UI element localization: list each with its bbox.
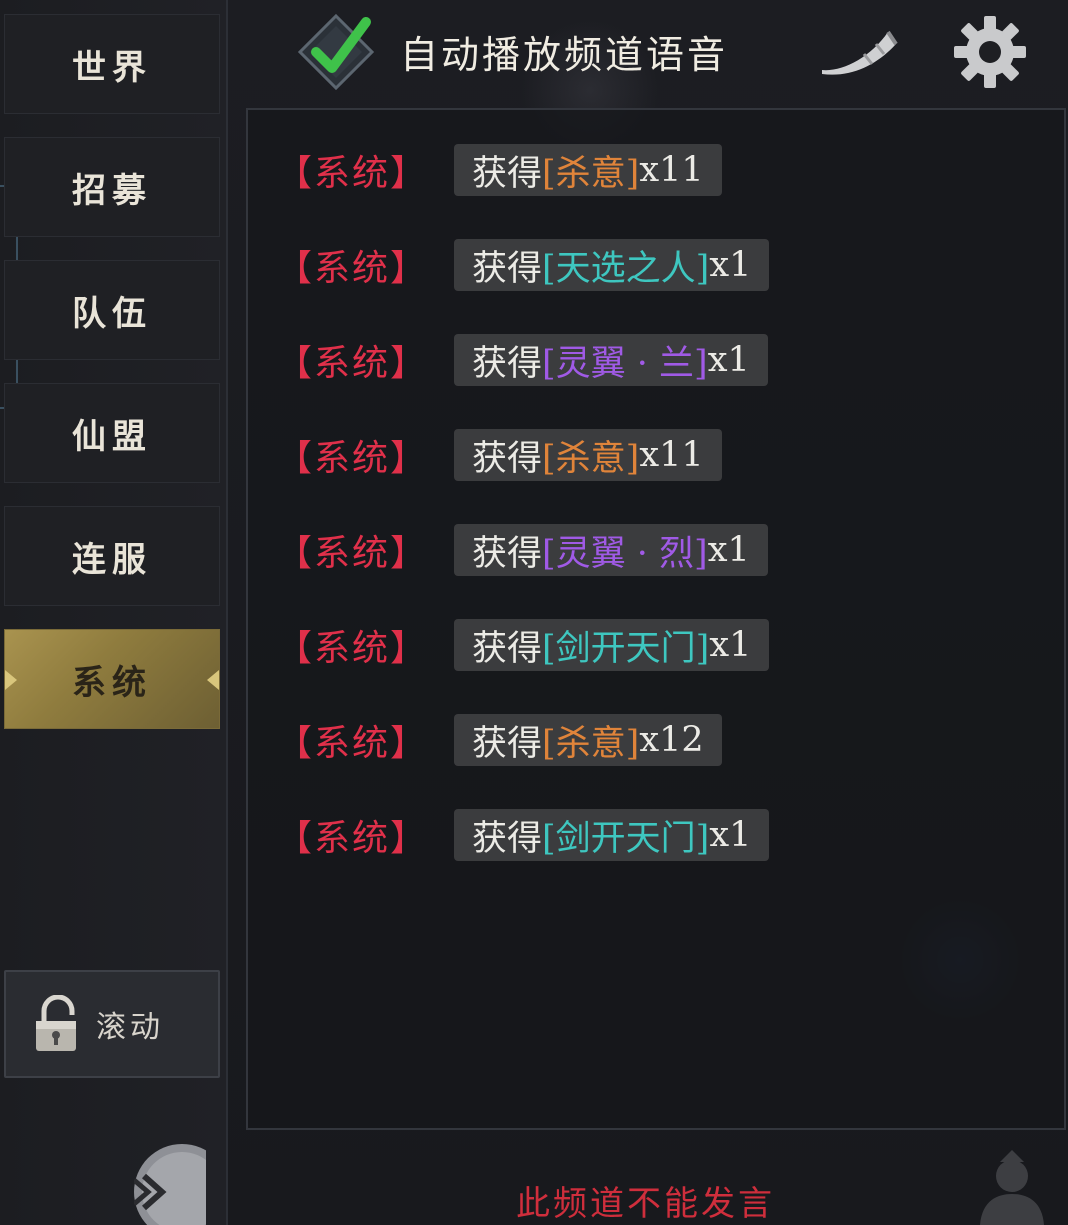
message-verb: 获得 bbox=[472, 153, 543, 194]
item-link[interactable]: [灵翼 · 烈] bbox=[542, 525, 708, 576]
system-tag: 【系统】 bbox=[276, 818, 429, 859]
item-link[interactable]: [杀意] bbox=[542, 430, 639, 481]
list-item: 【系统】 获得 [天选之人] x1 bbox=[276, 237, 770, 293]
tab-label: 系统 bbox=[72, 662, 152, 703]
message-verb: 获得 bbox=[472, 818, 543, 859]
message-verb: 获得 bbox=[472, 248, 543, 289]
item-link[interactable]: [天选之人] bbox=[542, 240, 709, 291]
tab-label: 招募 bbox=[72, 170, 152, 211]
message-bubble: 获得 [剑开天门] x1 bbox=[454, 619, 770, 671]
tab-cross-server[interactable]: 连服 bbox=[4, 506, 220, 606]
scroll-lock-button[interactable]: 滚动 bbox=[4, 970, 220, 1078]
message-verb: 获得 bbox=[472, 723, 543, 764]
item-quantity: x11 bbox=[639, 150, 704, 190]
list-item: 【系统】 获得 [杀意] x12 bbox=[276, 712, 722, 768]
tab-label: 队伍 bbox=[72, 293, 152, 334]
message-verb: 获得 bbox=[472, 438, 543, 479]
auto-play-voice-label: 自动播放频道语音 bbox=[400, 33, 729, 77]
character-avatar-icon[interactable] bbox=[972, 1148, 1052, 1225]
item-link[interactable]: [剑开天门] bbox=[542, 810, 709, 861]
tab-alliance[interactable]: 仙盟 bbox=[4, 383, 220, 483]
message-verb: 获得 bbox=[472, 343, 543, 384]
message-bubble: 获得 [灵翼 · 烈] x1 bbox=[454, 524, 768, 576]
scroll-label: 滚动 bbox=[96, 1010, 164, 1045]
system-tag: 【系统】 bbox=[276, 723, 429, 764]
channel-muted-notice: 此频道不能发言 bbox=[516, 1184, 775, 1224]
message-verb: 获得 bbox=[472, 628, 543, 669]
tab-world[interactable]: 世界 bbox=[4, 14, 220, 114]
tab-system[interactable]: 系统 bbox=[4, 629, 220, 729]
message-bubble: 获得 [剑开天门] x1 bbox=[454, 809, 770, 861]
item-quantity: x1 bbox=[709, 245, 752, 285]
item-quantity: x12 bbox=[639, 720, 704, 760]
unlock-icon bbox=[36, 995, 76, 1051]
system-tag: 【系统】 bbox=[276, 248, 429, 289]
system-tag: 【系统】 bbox=[276, 533, 429, 574]
item-link[interactable]: [灵翼 · 兰] bbox=[542, 335, 708, 386]
tab-recruit[interactable]: 招募 bbox=[4, 137, 220, 237]
auto-play-checkbox[interactable] bbox=[296, 12, 376, 92]
item-link[interactable]: [杀意] bbox=[542, 145, 639, 196]
system-tag: 【系统】 bbox=[276, 343, 429, 384]
item-quantity: x11 bbox=[639, 435, 704, 475]
message-bubble: 获得 [杀意] x12 bbox=[454, 714, 722, 766]
tab-label: 连服 bbox=[72, 539, 152, 580]
expand-chevron-icon[interactable] bbox=[134, 1130, 206, 1225]
list-item: 【系统】 获得 [杀意] x11 bbox=[276, 427, 722, 483]
tab-label: 仙盟 bbox=[72, 416, 152, 457]
gear-icon[interactable] bbox=[952, 14, 1028, 90]
list-item: 【系统】 获得 [杀意] x11 bbox=[276, 142, 722, 198]
system-tag: 【系统】 bbox=[276, 438, 429, 479]
list-item: 【系统】 获得 [灵翼 · 兰] x1 bbox=[276, 332, 768, 388]
item-quantity: x1 bbox=[709, 815, 752, 855]
item-quantity: x1 bbox=[707, 530, 750, 570]
list-item: 【系统】 获得 [灵翼 · 烈] x1 bbox=[276, 522, 768, 578]
message-bubble: 获得 [灵翼 · 兰] x1 bbox=[454, 334, 768, 386]
item-quantity: x1 bbox=[707, 340, 750, 380]
channel-sidebar: 世界 招募 队伍 仙盟 连服 系统 滚动 bbox=[0, 0, 228, 1225]
tab-label: 世界 bbox=[72, 47, 152, 88]
tab-team[interactable]: 队伍 bbox=[4, 260, 220, 360]
message-bubble: 获得 [天选之人] x1 bbox=[454, 239, 770, 291]
horn-icon[interactable] bbox=[818, 22, 898, 82]
message-verb: 获得 bbox=[472, 533, 543, 574]
list-item: 【系统】 获得 [剑开天门] x1 bbox=[276, 617, 770, 673]
message-bubble: 获得 [杀意] x11 bbox=[454, 144, 722, 196]
list-item: 【系统】 获得 [剑开天门] x1 bbox=[276, 807, 770, 863]
system-tag: 【系统】 bbox=[276, 628, 429, 669]
message-bubble: 获得 [杀意] x11 bbox=[454, 429, 722, 481]
item-link[interactable]: [杀意] bbox=[542, 715, 639, 766]
system-tag: 【系统】 bbox=[276, 153, 429, 194]
item-link[interactable]: [剑开天门] bbox=[542, 620, 709, 671]
item-quantity: x1 bbox=[709, 625, 752, 665]
